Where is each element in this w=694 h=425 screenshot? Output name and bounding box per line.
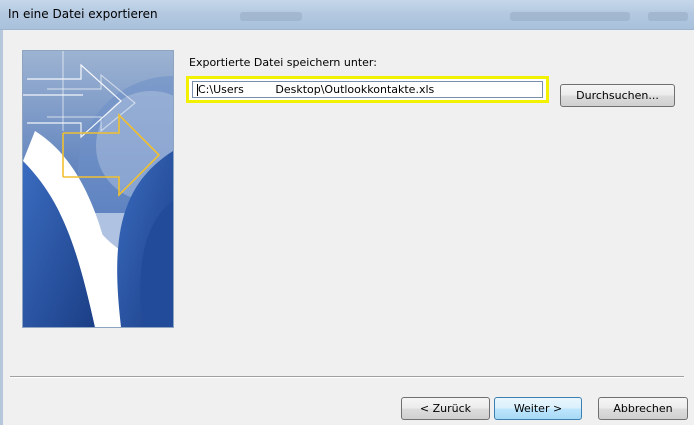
title-bar[interactable]: In eine Datei exportieren: [0, 0, 694, 30]
window-title: In eine Datei exportieren: [8, 7, 158, 21]
export-arrows-icon: [23, 51, 173, 327]
export-path-input[interactable]: [192, 81, 543, 98]
cancel-button[interactable]: Abbrechen: [598, 397, 688, 420]
next-button[interactable]: Weiter >: [494, 397, 582, 420]
save-as-label: Exportierte Datei speichern unter:: [189, 56, 377, 69]
browse-button[interactable]: Durchsuchen...: [560, 84, 675, 107]
window-left-border: [0, 30, 3, 425]
blurred-title-info: [648, 12, 688, 21]
blurred-title-info: [510, 12, 630, 21]
export-wizard-window: In eine Datei exportieren Exportierte Da…: [0, 0, 694, 425]
highlighted-path-field: [186, 76, 549, 103]
blurred-title-info: [240, 12, 302, 21]
back-button[interactable]: < Zurück: [401, 397, 490, 420]
wizard-graphic: [22, 50, 174, 328]
text-caret: [197, 84, 198, 96]
footer-separator: [10, 376, 684, 378]
